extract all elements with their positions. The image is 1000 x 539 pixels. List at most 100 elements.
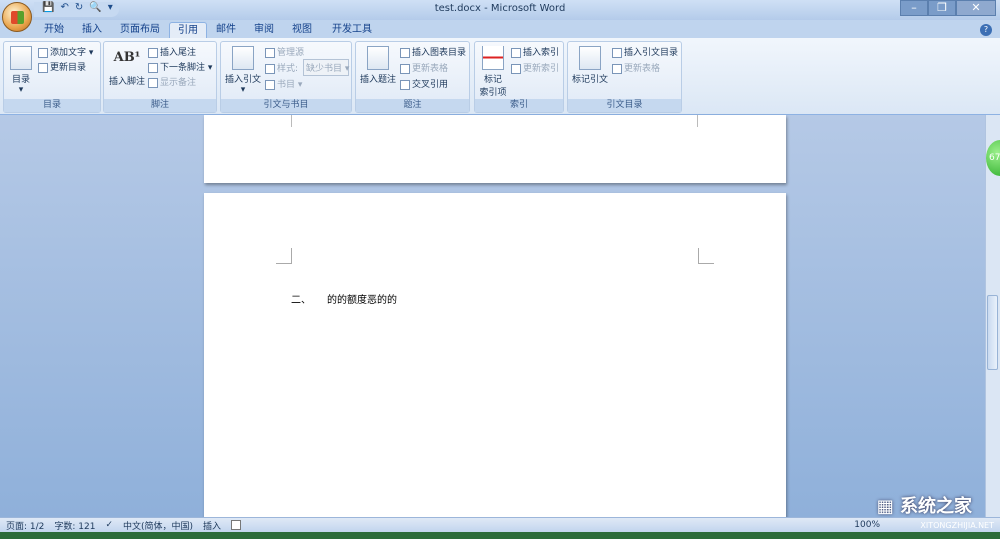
ribbon: 目录 ▾ 添加文字 ▾ 更新目录 目录 AB¹ 插入脚注 插入尾注 下一条脚注 ▾ … (0, 38, 1000, 115)
update-index-button[interactable]: 更新索引 (511, 61, 559, 74)
save-icon[interactable]: 💾 (42, 2, 54, 17)
undo-icon[interactable]: ↶ (60, 2, 68, 17)
insert-mode[interactable]: 插入 (203, 519, 221, 532)
show-notes-button[interactable]: 显示备注 (148, 75, 196, 88)
page-count[interactable]: 页面: 1/2 (6, 519, 44, 532)
add-text-button[interactable]: 添加文字 ▾ (38, 45, 93, 58)
redo-icon[interactable]: ↻ (75, 2, 83, 17)
group-citations: 插入引文 ▾ 管理源 样式: 缺少书目 ▾ 书目 ▾ 引文与书目 (220, 41, 352, 113)
citation-icon (232, 46, 254, 70)
taskbar (0, 532, 1000, 539)
tab-review[interactable]: 审阅 (246, 22, 282, 39)
update-toc-button[interactable]: 更新目录 (38, 60, 86, 73)
group-label: 目录 (4, 99, 100, 112)
page-1[interactable] (204, 115, 786, 183)
tab-page-layout[interactable]: 页面布局 (112, 22, 168, 39)
insert-caption-button[interactable]: 插入题注 (358, 46, 398, 85)
margin-mark (291, 115, 292, 127)
group-table-of-authorities: 标记引文 插入引文目录 更新表格 引文目录 (567, 41, 682, 113)
insert-toa-icon (612, 47, 622, 58)
manage-sources-icon (265, 47, 275, 58)
customize-qat-button[interactable]: ▾ (108, 2, 113, 17)
insert-endnote-button[interactable]: 插入尾注 (148, 45, 196, 58)
group-label: 引文目录 (568, 99, 681, 112)
status-bar: 页面: 1/2 字数: 121 ✓ 中文(简体，中国) 插入 100% (0, 517, 1000, 532)
update-table-button[interactable]: 更新表格 (400, 61, 448, 74)
quick-access-toolbar: 💾 ↶ ↻ 🔍 ▾ (34, 2, 119, 17)
add-text-icon (38, 47, 48, 58)
insert-toa-button[interactable]: 插入引文目录 (612, 45, 678, 58)
next-footnote-button[interactable]: 下一条脚注 ▾ (148, 60, 212, 73)
document-area[interactable]: 二、 的的额度恶的的 (0, 115, 985, 523)
mark-citation-button[interactable]: 标记引文 (570, 46, 610, 85)
table-of-figures-icon (400, 47, 410, 58)
office-logo-icon (11, 11, 24, 24)
tab-developer[interactable]: 开发工具 (324, 22, 380, 39)
minimize-button[interactable]: – (900, 0, 928, 16)
insert-table-of-figures-button[interactable]: 插入图表目录 (400, 45, 466, 58)
group-footnotes: AB¹ 插入脚注 插入尾注 下一条脚注 ▾ 显示备注 脚注 (103, 41, 217, 113)
group-captions: 插入题注 插入图表目录 更新表格 交叉引用 题注 (355, 41, 470, 113)
update-icon (400, 63, 410, 74)
insert-citation-button[interactable]: 插入引文 ▾ (223, 46, 263, 95)
show-notes-icon (148, 77, 158, 88)
group-label: 题注 (356, 99, 469, 112)
bibliography-button[interactable]: 书目 ▾ (265, 77, 302, 90)
print-preview-icon[interactable]: 🔍 (89, 2, 101, 17)
window-controls: – ❐ ✕ (900, 0, 996, 16)
zoom-level[interactable]: 100% (854, 520, 880, 530)
restore-button[interactable]: ❐ (928, 0, 956, 16)
insert-index-icon (511, 47, 521, 58)
heading-number: 二、 (291, 295, 311, 306)
update-icon (612, 63, 622, 74)
tab-home[interactable]: 开始 (36, 22, 72, 39)
toc-button[interactable]: 目录 ▾ (7, 46, 35, 95)
bibliography-icon (265, 79, 275, 90)
mark-entry-button[interactable]: 标记 索引项 (477, 46, 509, 98)
ribbon-tabs: 开始 插入 页面布局 引用 邮件 审阅 视图 开发工具 (0, 20, 1000, 39)
mark-citation-icon (579, 46, 601, 70)
office-button[interactable] (2, 2, 32, 32)
language[interactable]: 中文(简体，中国) (123, 519, 193, 532)
cross-reference-icon (400, 79, 410, 90)
style-dropdown[interactable]: 缺少书目 ▾ (303, 59, 349, 76)
group-index: 标记 索引项 插入索引 更新索引 索引 (474, 41, 564, 113)
group-label: 引文与书目 (221, 99, 351, 112)
cross-reference-button[interactable]: 交叉引用 (400, 77, 448, 90)
update-icon (511, 63, 521, 74)
update-toa-button[interactable]: 更新表格 (612, 61, 660, 74)
group-toc: 目录 ▾ 添加文字 ▾ 更新目录 目录 (3, 41, 101, 113)
style-icon (265, 63, 275, 74)
help-icon[interactable]: ? (980, 24, 992, 36)
update-icon (38, 62, 48, 73)
macro-record-icon[interactable] (231, 520, 242, 530)
insert-index-button[interactable]: 插入索引 (511, 45, 559, 58)
tab-references[interactable]: 引用 (169, 22, 207, 39)
margin-mark (697, 115, 698, 127)
heading-text[interactable]: 的的额度恶的的 (327, 291, 397, 306)
group-label: 脚注 (104, 99, 216, 112)
next-footnote-icon (148, 62, 158, 73)
style-label: 样式: (265, 61, 298, 74)
mark-entry-icon (482, 46, 504, 70)
margin-mark (276, 248, 292, 264)
watermark-url: XITONGZHIJIA.NET (920, 521, 994, 530)
tab-insert[interactable]: 插入 (74, 22, 110, 39)
caption-icon (367, 46, 389, 70)
page-2[interactable]: 二、 的的额度恶的的 (204, 193, 786, 523)
word-count[interactable]: 字数: 121 (54, 519, 95, 532)
manage-sources-button[interactable]: 管理源 (265, 45, 304, 58)
scrollbar-thumb[interactable] (987, 295, 998, 370)
watermark-logo: ▦ 系统之家 (876, 496, 972, 517)
margin-mark (698, 248, 714, 264)
insert-footnote-button[interactable]: AB¹ 插入脚注 (106, 50, 148, 87)
title-bar: test.docx - Microsoft Word – ❐ ✕ (0, 0, 1000, 20)
footnote-icon: AB¹ (113, 50, 141, 65)
endnote-icon (148, 47, 158, 58)
window-title: test.docx - Microsoft Word (434, 3, 566, 14)
proofing-icon[interactable]: ✓ (105, 520, 113, 530)
tab-view[interactable]: 视图 (284, 22, 320, 39)
group-label: 索引 (475, 99, 563, 112)
close-button[interactable]: ✕ (956, 0, 996, 16)
tab-mailings[interactable]: 邮件 (208, 22, 244, 39)
